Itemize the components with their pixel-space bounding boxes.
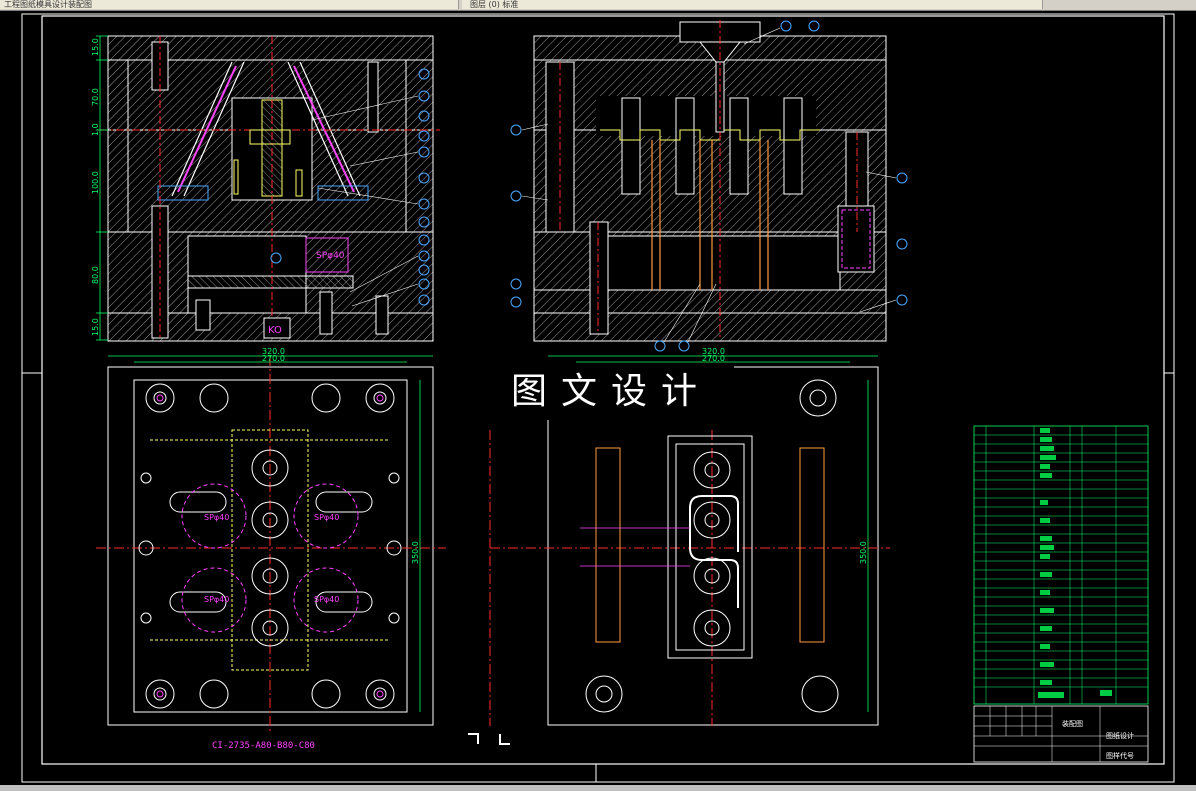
title-block-title: 装配图 <box>1062 719 1083 728</box>
ko-label: KO <box>268 325 282 336</box>
dim-h-4: 80.0 <box>91 266 100 284</box>
dim-height-plan-left: 350.0 <box>411 541 420 564</box>
dim-width-inner-right: 270.0 <box>702 354 725 363</box>
toolbar-right-panel[interactable]: 图层 (0) 标准 <box>462 0 1043 9</box>
toolbar-right-text: 图层 (0) 标准 <box>470 0 519 9</box>
status-bar <box>0 785 1196 791</box>
sp40-label-2: SPφ40 <box>314 513 339 522</box>
dim-h-1: 70.0 <box>91 88 100 106</box>
title-block: 装配图 图纸设计 图样代号 <box>973 705 1149 763</box>
title-block-company: 图纸设计 <box>1106 731 1134 740</box>
dim-h-3: 100.0 <box>91 171 100 194</box>
plan-view-left: SPφ40 SPφ40 SPφ40 SPφ40 320.0 270.0 350.… <box>96 347 446 751</box>
dim-h-0: 15.0 <box>91 38 100 56</box>
title-block-drawing-no: 图样代号 <box>1106 751 1134 760</box>
dim-height-plan-right: 350.0 <box>859 541 868 564</box>
section-markers <box>468 733 510 745</box>
section-view-right <box>510 20 908 352</box>
parts-list <box>973 425 1149 705</box>
dim-h-2: 1.0 <box>91 123 100 136</box>
sp40-label-3: SPφ40 <box>204 595 229 604</box>
section-view-left: SPφ40 KO 15.0 70.0 1.0 100.0 80.0 15.0 <box>91 35 440 342</box>
watermark: 图文设计 <box>488 364 734 420</box>
part-code: CI-2735-A80-B80-C80 <box>212 741 315 751</box>
dim-width-inner-left: 270.0 <box>262 354 285 363</box>
toolbar-left-panel[interactable]: 工程图纸模具设计装配图 <box>0 0 459 9</box>
sp40-label-4: SPφ40 <box>314 595 339 604</box>
toolbar-left-text: 工程图纸模具设计装配图 <box>4 0 92 9</box>
sp40-label-1: SPφ40 <box>204 513 229 522</box>
dim-h-5: 15.0 <box>91 318 100 336</box>
sp40-label-section: SPφ40 <box>316 251 345 261</box>
